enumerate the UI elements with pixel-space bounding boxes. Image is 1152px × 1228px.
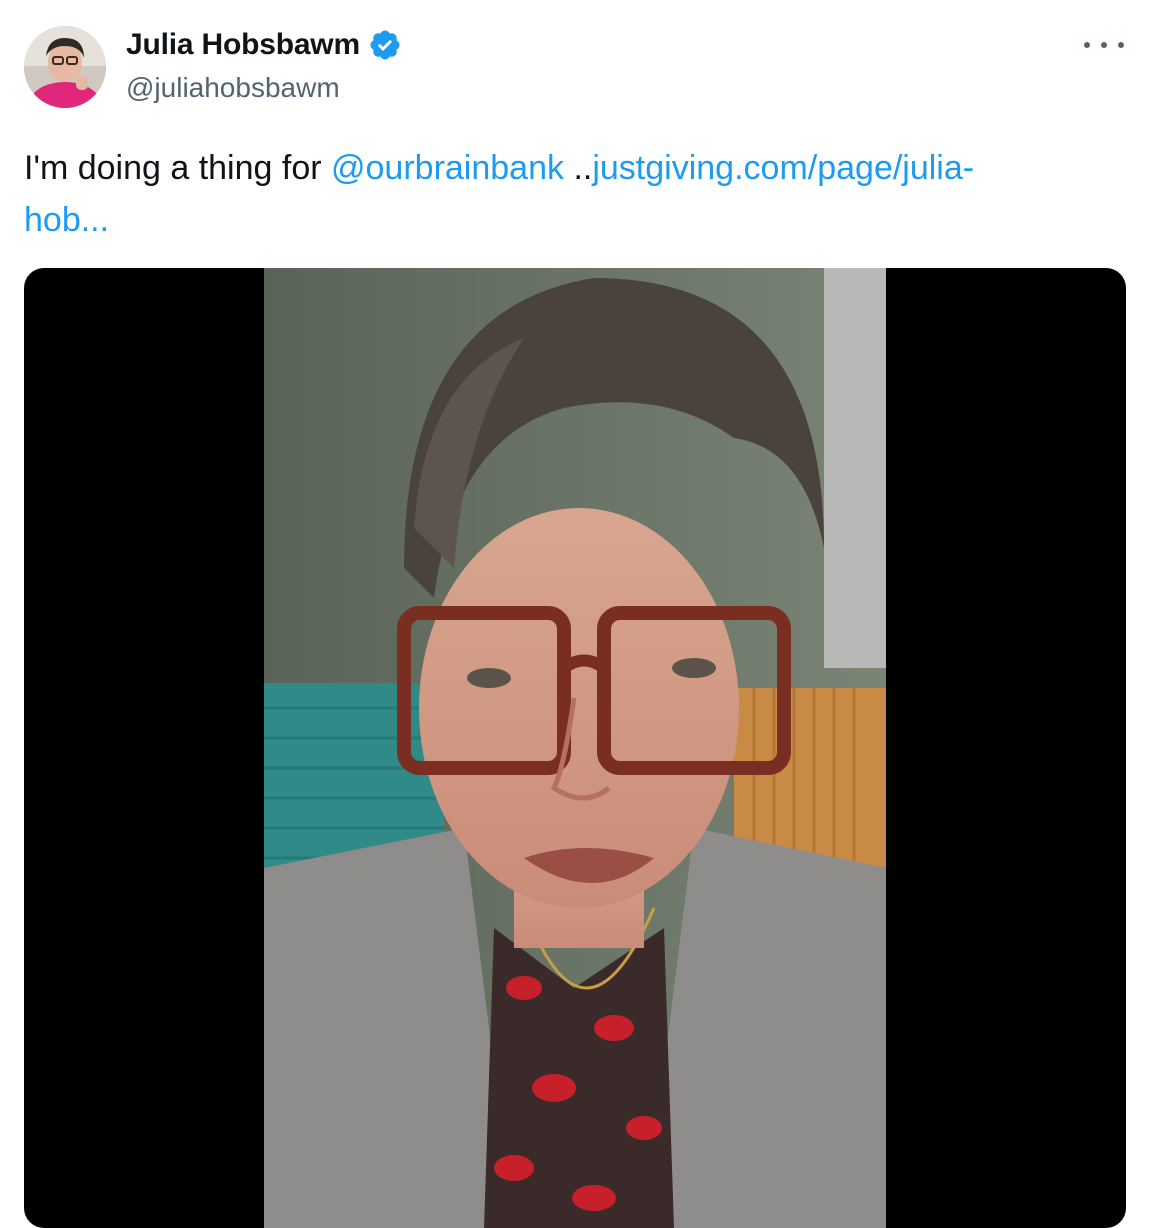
profile-photo-icon bbox=[24, 26, 106, 108]
external-link-line1: justgiving.com/page/julia- bbox=[592, 149, 975, 187]
tweet[interactable]: Julia Hobsbawm @juliahobsbawm I'm doing … bbox=[0, 0, 1152, 1228]
video-player[interactable] bbox=[24, 268, 1126, 1228]
author-avatar[interactable] bbox=[24, 26, 106, 108]
video-thumbnail-image bbox=[264, 268, 886, 1228]
author-name-row: Julia Hobsbawm bbox=[126, 27, 402, 63]
video-thumbnail[interactable] bbox=[264, 268, 886, 1228]
more-options-button[interactable] bbox=[1084, 30, 1124, 60]
mention-link[interactable]: @ourbrainbank bbox=[331, 149, 564, 187]
tweet-text-body: I'm doing a thing for bbox=[24, 149, 331, 187]
external-link-line2: hob... bbox=[24, 201, 110, 239]
tweet-text: I'm doing a thing for @ourbrainbank ..ju… bbox=[24, 142, 1124, 246]
verified-badge-icon[interactable] bbox=[368, 28, 402, 62]
author-handle[interactable]: @juliahobsbawm bbox=[126, 72, 340, 104]
tweet-text-separator: .. bbox=[564, 149, 593, 187]
ellipsis-icon bbox=[1101, 42, 1107, 48]
author-display-name[interactable]: Julia Hobsbawm bbox=[126, 28, 360, 62]
ellipsis-icon bbox=[1084, 42, 1090, 48]
ellipsis-icon bbox=[1118, 42, 1124, 48]
